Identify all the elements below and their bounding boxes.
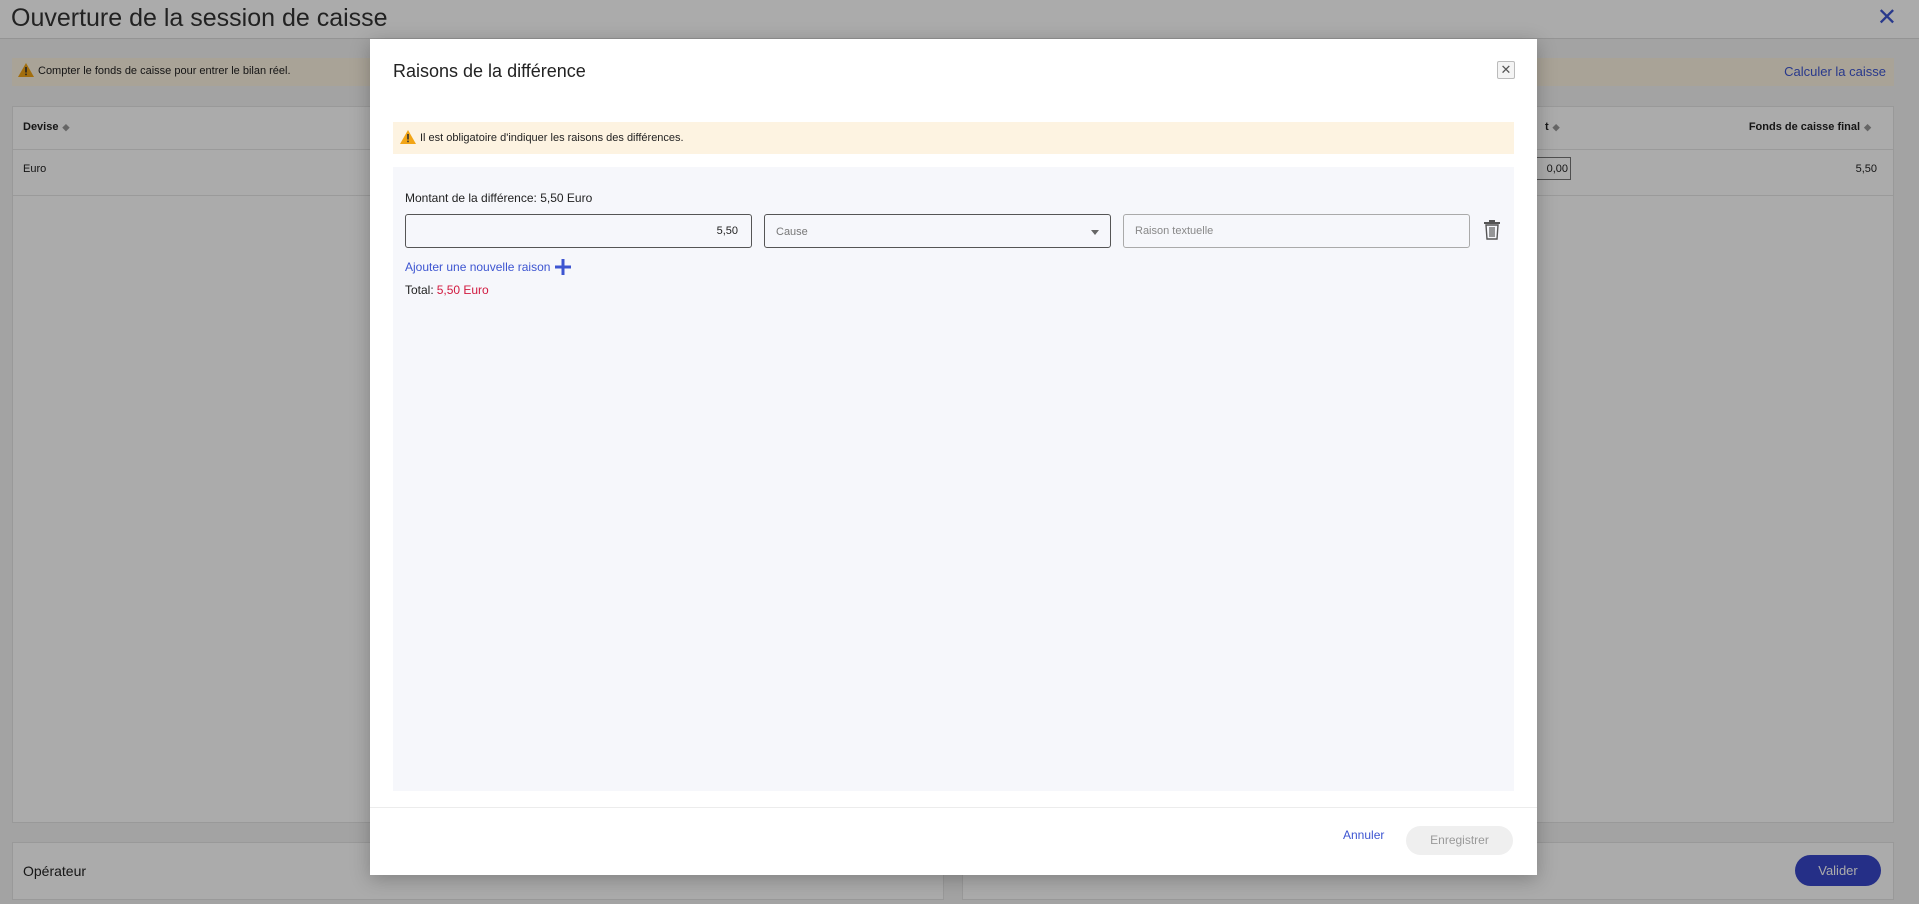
difference-amount-label: Montant de la différence: 5,50 Euro: [405, 191, 593, 205]
trash-icon[interactable]: [1483, 220, 1501, 240]
close-icon[interactable]: ✕: [1497, 61, 1515, 79]
add-reason-button[interactable]: Ajouter une nouvelle raison: [405, 258, 572, 276]
mandatory-warning-banner: Il est obligatoire d'indiquer les raison…: [393, 122, 1514, 154]
add-reason-label: Ajouter une nouvelle raison: [405, 260, 551, 274]
difference-reasons-dialog: Raisons de la différence ✕ Il est obliga…: [370, 39, 1537, 875]
plus-icon: [555, 259, 572, 275]
text-reason-input[interactable]: [1123, 214, 1470, 248]
cause-select[interactable]: Cause: [764, 214, 1111, 248]
reason-amount-input[interactable]: [405, 214, 752, 248]
total-line: Total: 5,50 Euro: [405, 283, 489, 297]
divider: [370, 807, 1537, 808]
cancel-button[interactable]: Annuler: [1343, 828, 1384, 842]
warning-icon: [400, 130, 416, 144]
mandatory-warning-text: Il est obligatoire d'indiquer les raison…: [420, 132, 684, 144]
dialog-body: Montant de la différence: 5,50 Euro Caus…: [393, 167, 1514, 791]
dialog-title: Raisons de la différence: [393, 61, 586, 81]
chevron-down-icon: [1091, 230, 1099, 235]
total-value: 5,50 Euro: [436, 283, 489, 297]
cause-select-placeholder: Cause: [776, 226, 808, 238]
total-label: Total:: [405, 283, 434, 297]
save-button[interactable]: Enregistrer: [1406, 826, 1513, 855]
